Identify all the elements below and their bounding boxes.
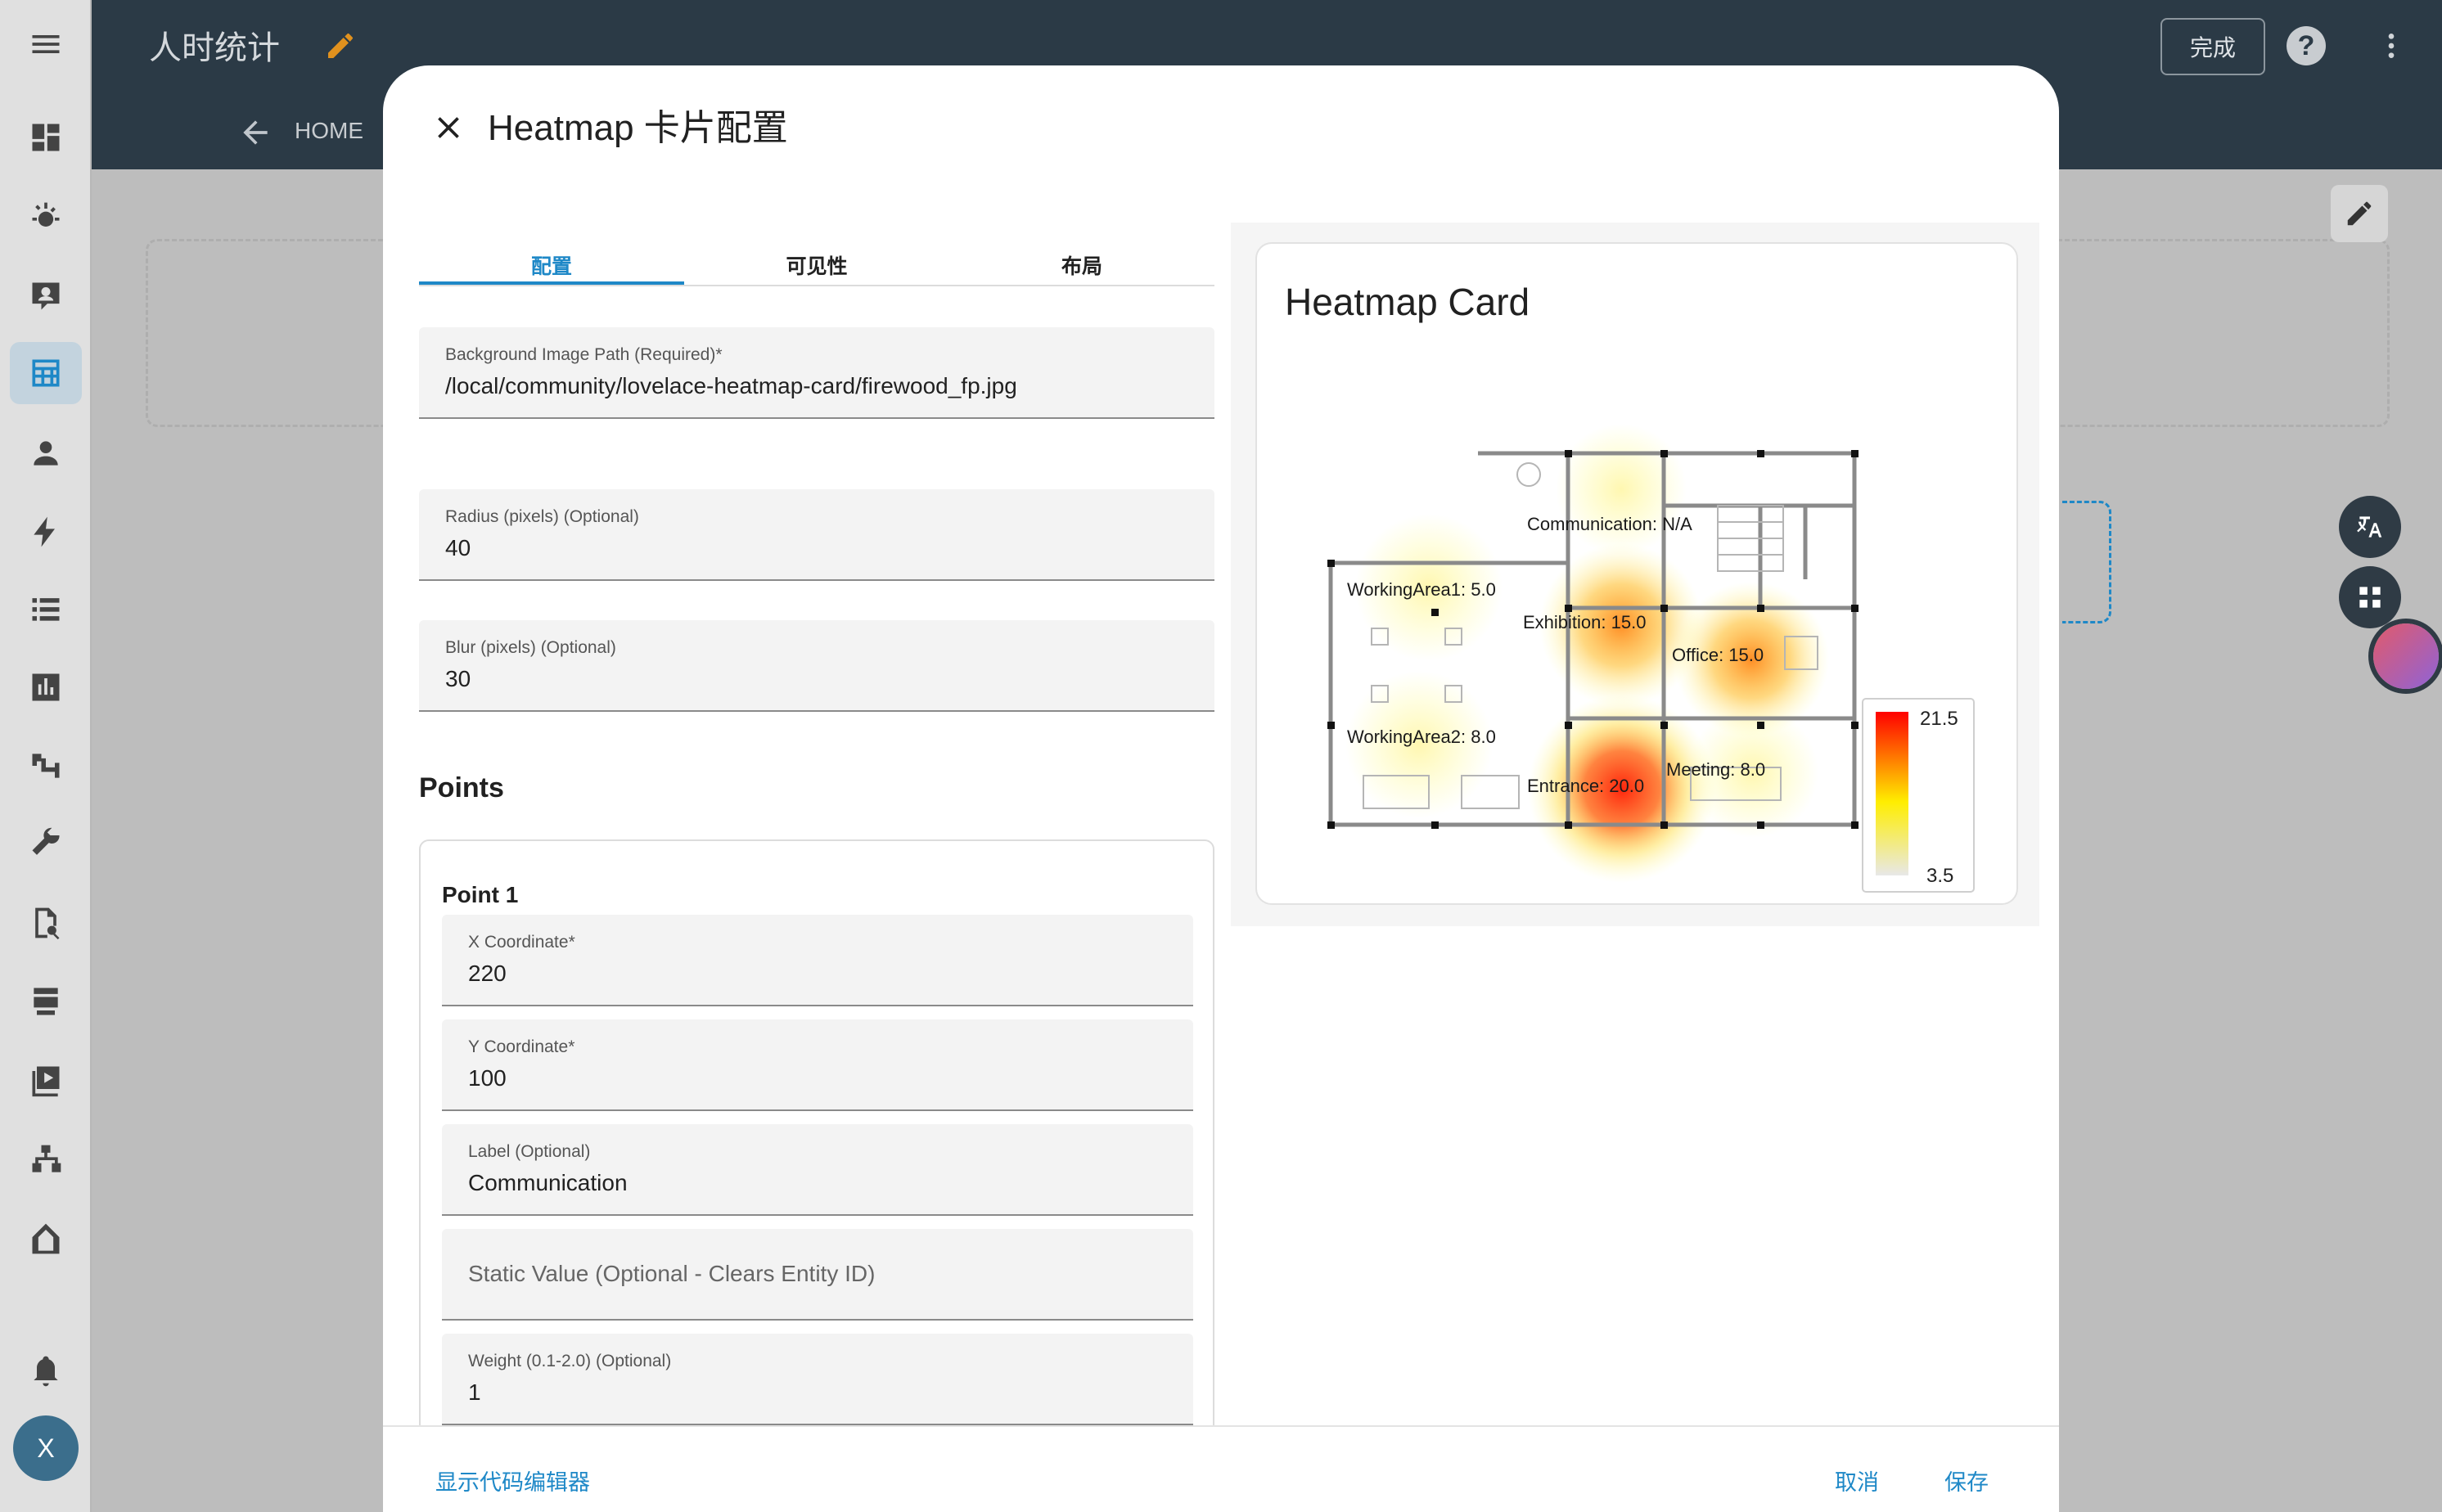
field-label: Background Image Path (Required)* bbox=[445, 345, 723, 364]
background-image-path-field[interactable]: Background Image Path (Required)* /local… bbox=[419, 327, 1214, 419]
label-field[interactable]: Label (Optional) Communication bbox=[442, 1124, 1193, 1216]
field-label: Weight (0.1-2.0) (Optional) bbox=[468, 1352, 672, 1370]
field-value: 40 bbox=[445, 535, 471, 560]
field-label: Blur (pixels) (Optional) bbox=[445, 638, 616, 657]
extension-avatar-icon[interactable] bbox=[2373, 623, 2439, 689]
add-card-placeholder[interactable] bbox=[2062, 501, 2111, 623]
field-value: 100 bbox=[468, 1065, 507, 1091]
field-placeholder: Static Value (Optional - Clears Entity I… bbox=[468, 1261, 876, 1286]
tab-layout[interactable]: 布局 bbox=[949, 229, 1214, 285]
point-card: Point 1 X Coordinate* 220 Y Coordinate* … bbox=[419, 839, 1214, 1512]
field-label: Radius (pixels) (Optional) bbox=[445, 507, 639, 526]
point-label-office: Office: 15.0 bbox=[1672, 645, 1764, 665]
field-label: X Coordinate* bbox=[468, 933, 575, 952]
static-value-field[interactable]: Static Value (Optional - Clears Entity I… bbox=[442, 1229, 1193, 1321]
point-label-communication: Communication: N/A bbox=[1527, 514, 1692, 534]
dashboard-icon[interactable] bbox=[10, 342, 82, 404]
dashboard-title: 人时统计 bbox=[149, 30, 280, 66]
y-coordinate-field[interactable]: Y Coordinate* 100 bbox=[442, 1019, 1193, 1111]
heatmap-card: Heatmap Card Communication: N/A WorkingA… bbox=[1255, 242, 2018, 905]
section-edit-button[interactable] bbox=[2331, 185, 2388, 242]
field-value: 30 bbox=[445, 666, 471, 691]
field-label: Y Coordinate* bbox=[468, 1037, 575, 1056]
point-title: Point 1 bbox=[442, 882, 519, 907]
more-menu-icon[interactable] bbox=[2375, 25, 2408, 67]
energy-icon[interactable] bbox=[23, 195, 69, 241]
floorplan-heatmap: Communication: N/A WorkingArea1: 5.0 Exh… bbox=[1327, 424, 1975, 893]
x-coordinate-field[interactable]: X Coordinate* 220 bbox=[442, 915, 1193, 1006]
field-value: 220 bbox=[468, 961, 507, 986]
network-icon[interactable] bbox=[23, 1137, 69, 1183]
field-value: /local/community/lovelace-heatmap-card/f… bbox=[445, 373, 1017, 398]
done-button[interactable]: 完成 bbox=[2160, 18, 2265, 75]
weight-field[interactable]: Weight (0.1-2.0) (Optional) 1 bbox=[442, 1334, 1193, 1425]
list-icon[interactable] bbox=[23, 586, 69, 632]
user-avatar[interactable]: X bbox=[13, 1415, 79, 1481]
radius-field[interactable]: Radius (pixels) (Optional) 40 bbox=[419, 489, 1214, 581]
media-icon[interactable] bbox=[23, 1057, 69, 1103]
menu-icon[interactable] bbox=[23, 21, 69, 67]
point-label-workingarea1: WorkingArea1: 5.0 bbox=[1347, 579, 1496, 600]
chart-icon[interactable] bbox=[23, 664, 69, 710]
overview-icon[interactable] bbox=[23, 115, 69, 160]
bell-icon[interactable] bbox=[23, 1348, 69, 1394]
point-label-exhibition: Exhibition: 15.0 bbox=[1523, 612, 1646, 632]
field-label: Label (Optional) bbox=[468, 1142, 591, 1161]
field-value: Communication bbox=[468, 1170, 628, 1195]
blur-field[interactable]: Blur (pixels) (Optional) 30 bbox=[419, 620, 1214, 712]
field-value: 1 bbox=[468, 1379, 481, 1405]
heat-legend-gradient bbox=[1876, 712, 1908, 875]
dialog-title: Heatmap 卡片配置 bbox=[488, 108, 788, 148]
card-config-dialog: Heatmap 卡片配置 配置 可见性 布局 Background Image … bbox=[383, 65, 2059, 1512]
legend-max: 21.5 bbox=[1920, 708, 1958, 730]
point-label-entrance: Entrance: 20.0 bbox=[1527, 776, 1644, 796]
sidebar: X bbox=[0, 0, 92, 1512]
points-heading: Points bbox=[419, 772, 504, 803]
nav-home-label[interactable]: HOME bbox=[295, 118, 363, 144]
tab-visibility[interactable]: 可见性 bbox=[684, 229, 949, 285]
point-label-meeting: Meeting: 8.0 bbox=[1666, 759, 1765, 780]
dialog-footer: 显示代码编辑器 取消 保存 bbox=[383, 1425, 2059, 1512]
card-preview: Heatmap Card Communication: N/A WorkingA… bbox=[1231, 223, 2039, 926]
point-label-workingarea2: WorkingArea2: 8.0 bbox=[1347, 727, 1496, 747]
config-tabs: 配置 可见性 布局 bbox=[419, 229, 1214, 286]
translate-fab[interactable] bbox=[2339, 496, 2401, 558]
back-arrow-icon[interactable] bbox=[237, 115, 273, 151]
tab-config[interactable]: 配置 bbox=[419, 229, 684, 285]
file-search-icon[interactable] bbox=[23, 900, 69, 946]
lightning-icon[interactable] bbox=[23, 509, 69, 555]
map-icon[interactable] bbox=[23, 273, 69, 319]
close-icon[interactable] bbox=[422, 101, 475, 154]
apps-fab[interactable] bbox=[2339, 566, 2401, 628]
help-icon[interactable]: ? bbox=[2287, 26, 2326, 65]
edit-title-icon[interactable] bbox=[324, 29, 357, 62]
person-icon[interactable] bbox=[23, 430, 69, 476]
legend-min: 3.5 bbox=[1926, 865, 1953, 887]
cancel-button[interactable]: 取消 bbox=[1835, 1465, 1879, 1496]
pipe-icon[interactable] bbox=[23, 743, 69, 789]
hacs-icon[interactable] bbox=[23, 979, 69, 1024]
show-code-editor-button[interactable]: 显示代码编辑器 bbox=[435, 1465, 590, 1496]
wrench-icon[interactable] bbox=[23, 821, 69, 867]
node-icon[interactable] bbox=[23, 1216, 69, 1262]
save-button[interactable]: 保存 bbox=[1944, 1465, 1989, 1496]
